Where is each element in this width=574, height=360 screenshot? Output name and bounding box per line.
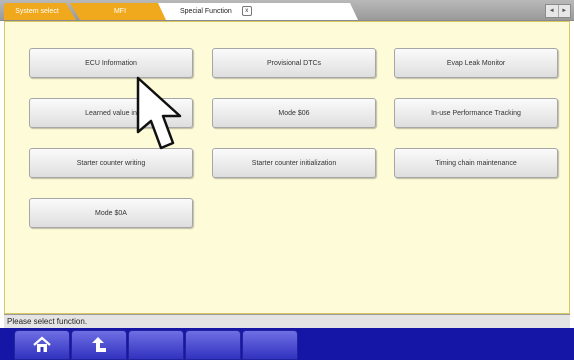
mode-0a-button[interactable]: Mode $0A xyxy=(29,198,193,228)
home-button[interactable] xyxy=(14,330,70,360)
scroll-left-icon[interactable]: ◄ xyxy=(546,5,558,17)
evap-leak-monitor-button[interactable]: Evap Leak Monitor xyxy=(394,48,558,78)
starter-counter-writing-button[interactable]: Starter counter writing xyxy=(29,148,193,178)
tab-system-select-label: System select xyxy=(15,8,59,15)
home-icon xyxy=(33,336,51,352)
provisional-dtcs-button[interactable]: Provisional DTCs xyxy=(212,48,376,78)
scroll-right-icon[interactable]: ► xyxy=(557,5,571,17)
learned-value-button[interactable]: Learned value in xyxy=(29,98,193,128)
tab-scroll-arrows: ◄ ► xyxy=(545,4,571,18)
tab-bar: System select MFI Special Function x ◄ ► xyxy=(0,0,574,21)
close-icon[interactable]: x xyxy=(241,6,252,17)
toolbar-button-3[interactable] xyxy=(128,330,184,360)
timing-chain-maintenance-button[interactable]: Timing chain maintenance xyxy=(394,148,558,178)
toolbar-button-4[interactable] xyxy=(185,330,241,360)
starter-counter-initialization-button[interactable]: Starter counter initialization xyxy=(212,148,376,178)
back-arrow-icon xyxy=(92,337,106,352)
function-panel: ECU Information Provisional DTCs Evap Le… xyxy=(4,21,570,314)
ecu-information-button[interactable]: ECU Information xyxy=(29,48,193,78)
toolbar-button-5[interactable] xyxy=(242,330,298,360)
bottom-toolbar xyxy=(0,328,574,360)
tab-special-function[interactable]: Special Function x xyxy=(158,3,358,20)
tab-special-function-label: Special Function xyxy=(180,8,232,15)
tab-mfi-label: MFI xyxy=(113,8,127,15)
status-bar: Please select function. xyxy=(4,314,570,328)
tab-system-select[interactable]: System select xyxy=(4,3,76,20)
tab-mfi[interactable]: MFI xyxy=(70,3,170,20)
in-use-performance-tracking-button[interactable]: In-use Performance Tracking xyxy=(394,98,558,128)
mode-06-button[interactable]: Mode $06 xyxy=(212,98,376,128)
back-button[interactable] xyxy=(71,330,127,360)
